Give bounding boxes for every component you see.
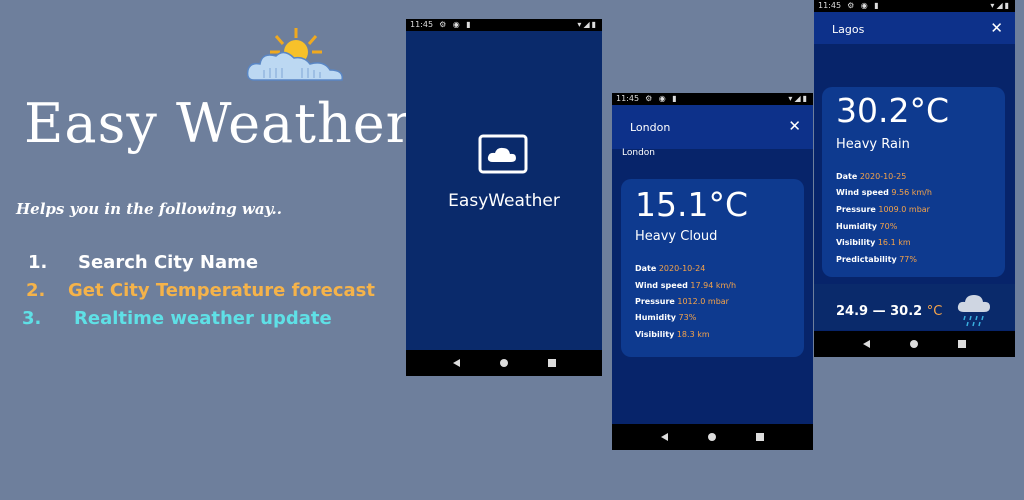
signal-battery-icon: ▾◢▮	[577, 20, 598, 29]
temperature: 15.1°C	[635, 185, 749, 224]
detail-value: 2020-10-25	[859, 172, 907, 181]
promo-title: Easy Weather	[24, 92, 413, 155]
city-label: London	[622, 148, 655, 158]
condition: Heavy Cloud	[635, 229, 718, 244]
status-bar: 11:45 ⚙ ◉ ▮ ▾◢▮	[406, 19, 602, 31]
home-icon[interactable]	[910, 340, 918, 348]
detail-value: 9.56 km/h	[891, 188, 932, 197]
splash-phone: 11:45 ⚙ ◉ ▮ ▾◢▮ EasyWeather	[406, 19, 602, 376]
weather-card: 30.2°C Heavy Rain Date 2020-10-25 Wind s…	[822, 87, 1005, 277]
home-icon[interactable]	[499, 359, 508, 367]
detail-label: Pressure	[836, 205, 876, 214]
detail-value: 1009.0 mbar	[878, 205, 930, 214]
status-bar: 11:45 ⚙ ◉ ▮ ▾◢▮	[612, 93, 813, 105]
detail-value: 70%	[879, 222, 898, 231]
weather-card: 15.1°C Heavy Cloud Date 2020-10-24 Wind …	[621, 179, 804, 357]
cloud-screen-icon	[478, 134, 528, 174]
sun-cloud-icon	[246, 28, 343, 81]
detail-row: Date 2020-10-24	[635, 264, 705, 273]
detail-row: Visibility 16.1 km	[836, 238, 911, 247]
feature-text: Realtime weather update	[74, 308, 332, 329]
feature-item: 1. Search City Name	[28, 251, 258, 275]
detail-label: Predictability	[836, 255, 897, 264]
status-time: 11:45	[410, 20, 434, 29]
detail-value: 17.94 km/h	[690, 281, 737, 290]
feature-number: 2.	[26, 280, 46, 301]
detail-row: Visibility 18.3 km	[635, 330, 710, 339]
signal-battery-icon: ▾◢▮	[788, 94, 809, 103]
close-icon[interactable]: ✕	[990, 19, 1003, 37]
search-input[interactable]: Lagos	[832, 23, 864, 36]
lagos-phone: 11:45 ⚙ ◉ ▮ ▾◢▮ Lagos ✕ 30.2°C Heavy Rain…	[814, 0, 1015, 357]
back-icon[interactable]	[452, 359, 460, 367]
back-icon[interactable]	[661, 433, 668, 441]
detail-value: 73%	[678, 313, 697, 322]
detail-label: Humidity	[635, 313, 676, 322]
temperature-range: 24.9 — 30.2 °C	[836, 304, 942, 319]
search-bar: Lagos ✕	[814, 12, 1015, 44]
condition: Heavy Rain	[836, 137, 910, 152]
feature-item: 3. Realtime weather update	[22, 307, 332, 331]
recents-icon[interactable]	[958, 340, 966, 348]
detail-value: 77%	[899, 255, 917, 264]
detail-label: Wind speed	[836, 188, 889, 197]
detail-row: Wind speed 9.56 km/h	[836, 188, 932, 197]
feature-text: Get City Temperature forecast	[68, 280, 375, 301]
feature-text: Search City Name	[78, 252, 259, 273]
detail-label: Date	[635, 264, 657, 273]
signal-battery-icon: ▾◢▮	[990, 1, 1011, 10]
detail-label: Visibility	[635, 330, 675, 339]
promo-tagline: Helps you in the following way..	[16, 200, 283, 218]
detail-label: Humidity	[836, 222, 877, 231]
feature-item: 2. Get City Temperature forecast	[26, 279, 375, 303]
detail-label: Visibility	[836, 238, 876, 247]
detail-row: Pressure 1012.0 mbar	[635, 297, 729, 306]
detail-value: 2020-10-24	[658, 264, 706, 273]
nav-bar	[814, 331, 1015, 357]
status-time: 11:45	[818, 1, 842, 10]
nav-bar	[612, 424, 813, 450]
recents-icon[interactable]	[756, 433, 764, 441]
app-name: EasyWeather	[448, 191, 560, 211]
range-value: 24.9 — 30.2	[836, 304, 923, 319]
status-icons: ⚙ ◉ ▮	[847, 1, 881, 10]
detail-row: Humidity 70%	[836, 222, 897, 231]
nav-bar	[406, 350, 602, 376]
detail-label: Date	[836, 172, 858, 181]
rain-cloud-icon	[957, 295, 990, 327]
search-bar: London ✕	[612, 105, 813, 149]
detail-label: Pressure	[635, 297, 675, 306]
feature-number: 1.	[28, 252, 48, 273]
detail-value: 18.3 km	[676, 330, 710, 339]
status-icons: ⚙ ◉ ▮	[439, 20, 473, 29]
london-phone: 11:45 ⚙ ◉ ▮ ▾◢▮ London ✕ London 15.1°C He…	[612, 93, 813, 450]
status-icons: ⚙ ◉ ▮	[645, 94, 679, 103]
status-time: 11:45	[616, 94, 640, 103]
back-icon[interactable]	[863, 340, 870, 348]
range-unit: °C	[926, 304, 943, 319]
detail-row: Humidity 73%	[635, 313, 696, 322]
detail-value: 1012.0 mbar	[677, 297, 729, 306]
search-input[interactable]: London	[630, 121, 670, 134]
detail-value: 16.1 km	[877, 238, 911, 247]
feature-number: 3.	[22, 308, 42, 329]
recents-icon[interactable]	[547, 359, 556, 367]
temperature: 30.2°C	[836, 91, 950, 130]
close-icon[interactable]: ✕	[788, 117, 801, 135]
home-icon[interactable]	[708, 433, 716, 441]
status-bar: 11:45 ⚙ ◉ ▮ ▾◢▮	[814, 0, 1015, 12]
detail-row: Wind speed 17.94 km/h	[635, 281, 736, 290]
detail-row: Pressure 1009.0 mbar	[836, 205, 930, 214]
detail-row: Date 2020-10-25	[836, 172, 906, 181]
detail-label: Wind speed	[635, 281, 688, 290]
detail-row: Predictability 77%	[836, 255, 917, 264]
